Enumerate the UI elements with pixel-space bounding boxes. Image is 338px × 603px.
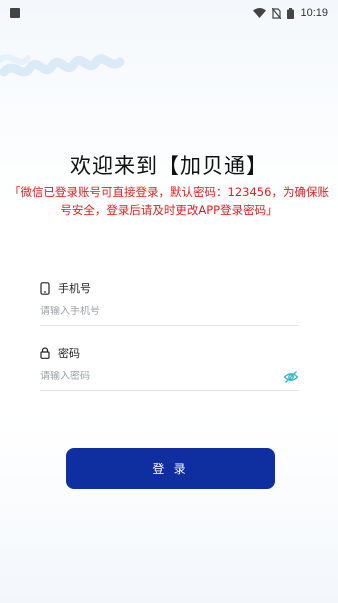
login-button[interactable]: 登 录 <box>66 448 275 489</box>
battery-icon <box>287 7 295 19</box>
page-title: 欢迎来到【加贝通】 <box>70 154 268 178</box>
phone-input[interactable] <box>40 306 260 317</box>
lock-icon <box>40 347 50 359</box>
decorative-wave-icon <box>0 54 125 77</box>
phone-label: 手机号 <box>58 282 91 295</box>
phone-label-row: 手机号 <box>40 280 91 296</box>
password-label-row: 密码 <box>40 345 80 361</box>
no-sim-icon <box>272 7 282 19</box>
password-input-row <box>40 363 299 391</box>
status-time: 10:19 <box>300 7 328 19</box>
password-input[interactable] <box>40 371 260 382</box>
notification-icon <box>10 8 20 18</box>
wifi-icon <box>253 8 267 18</box>
phone-input-row <box>40 298 299 326</box>
eye-hidden-icon[interactable] <box>283 369 299 385</box>
status-left <box>10 8 20 18</box>
phone-icon <box>40 281 50 295</box>
password-label: 密码 <box>58 347 80 360</box>
status-right: 10:19 <box>253 7 328 19</box>
status-bar: 10:19 <box>0 0 338 26</box>
login-notice: 「微信已登录账号可直接登录，默认密码：123456，为确保账号安全，登录后请及时… <box>9 185 329 217</box>
